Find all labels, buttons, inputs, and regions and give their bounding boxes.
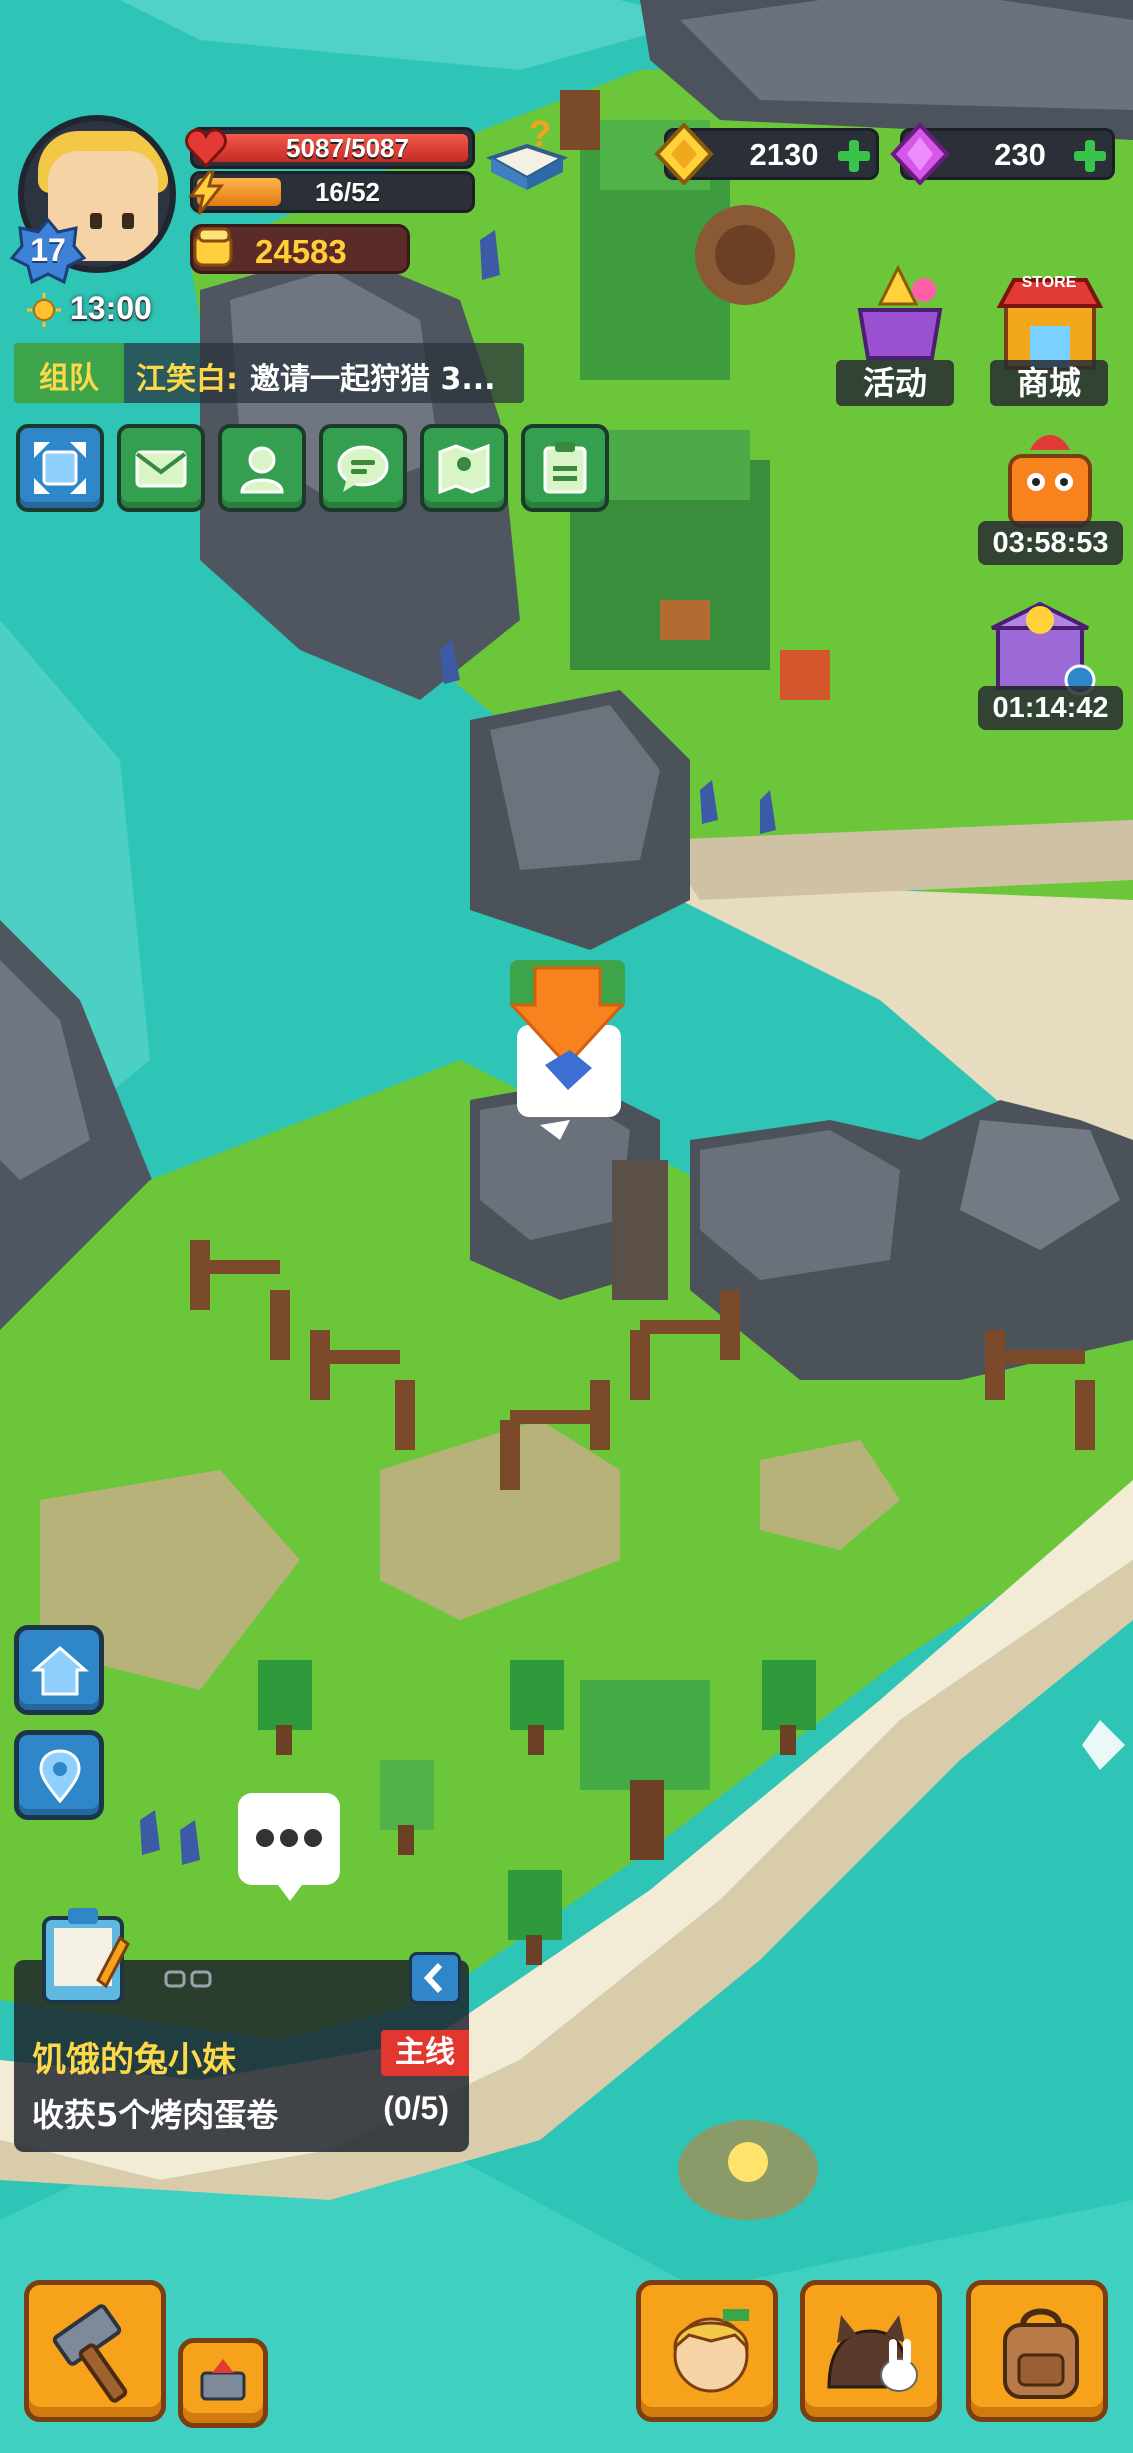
quest-title: 饥饿的兔小妹 xyxy=(32,2040,236,2080)
store-sign: STORE xyxy=(1021,274,1077,291)
map-button[interactable] xyxy=(420,424,508,512)
speech-dot xyxy=(256,1829,274,1847)
character-button[interactable] xyxy=(636,2280,778,2422)
npc-speech-bubble[interactable] xyxy=(238,1793,340,1901)
chat-message: 邀请一起狩猎 3... xyxy=(250,362,496,397)
lightning-icon xyxy=(188,170,225,215)
avatar-eye xyxy=(90,213,102,229)
friends-button[interactable] xyxy=(218,424,306,512)
pets-icon xyxy=(827,2315,918,2392)
gold-value: 2130 xyxy=(749,137,819,172)
energy-value: 16/52 xyxy=(314,177,381,207)
energy-bar: 16/52 xyxy=(188,170,475,215)
fist-icon xyxy=(193,227,233,267)
chat-ticker[interactable]: 组队 江笑白: 邀请一起狩猎 3... xyxy=(14,343,524,403)
backpack-button[interactable] xyxy=(966,2280,1108,2422)
expand-button[interactable] xyxy=(16,424,104,512)
hammer-icon xyxy=(52,2304,128,2403)
add-gold-icon[interactable] xyxy=(836,138,872,174)
speech-dot xyxy=(280,1829,298,1847)
quest-task: 收获5个烤肉蛋卷 xyxy=(32,2096,279,2134)
timed-chest-icon[interactable] xyxy=(980,580,1100,700)
gem-value: 230 xyxy=(994,137,1046,172)
clipboard-icon xyxy=(543,442,587,494)
location-button[interactable] xyxy=(14,1730,104,1820)
quest-tracker[interactable]: 饥饿的兔小妹 主线 收获5个烤肉蛋卷 (0/5) xyxy=(14,1908,469,2152)
add-gem-icon[interactable] xyxy=(1072,138,1108,174)
quest-book-icon[interactable]: ? xyxy=(485,118,569,198)
pets-button[interactable] xyxy=(800,2280,942,2422)
mail-button[interactable] xyxy=(117,424,205,512)
game-time: 13:00 xyxy=(70,290,152,326)
home-icon xyxy=(31,1646,89,1696)
speech-dot xyxy=(304,1829,322,1847)
quest-scroll-icon xyxy=(42,1908,130,2004)
hp-bar: 5087/5087 xyxy=(185,127,475,169)
gem-counter: 230 xyxy=(890,123,1115,185)
build-button[interactable] xyxy=(24,2280,166,2422)
anvil-icon xyxy=(200,2359,246,2401)
gold-coin-icon xyxy=(654,123,714,185)
chat-bubble-icon xyxy=(337,445,389,492)
map-icon xyxy=(438,443,490,495)
gem-icon xyxy=(890,123,950,185)
events-gift-icon[interactable] xyxy=(840,250,960,370)
chat-button[interactable] xyxy=(319,424,407,512)
expand-arrows-icon xyxy=(34,442,86,494)
svg-text:?: ? xyxy=(529,118,551,154)
store-label[interactable]: 商城 xyxy=(990,360,1108,406)
mail-icon xyxy=(135,450,187,488)
hero-portrait-icon xyxy=(673,2309,749,2393)
quest-page-dots xyxy=(164,1970,212,1988)
chevron-left-icon xyxy=(423,1962,443,1994)
heart-icon xyxy=(185,128,227,169)
storage-button[interactable] xyxy=(178,2338,268,2428)
home-button[interactable] xyxy=(14,1625,104,1715)
combat-power-value: 24583 xyxy=(255,233,347,270)
friends-icon xyxy=(240,446,284,494)
quest-type-badge: 主线 xyxy=(381,2030,469,2076)
combat-power: 24583 xyxy=(190,224,410,274)
chat-channel-tag: 组队 xyxy=(14,343,124,403)
game-clock: 13:00 xyxy=(26,288,226,332)
sun-icon xyxy=(27,293,61,327)
events-label[interactable]: 活动 xyxy=(836,360,954,406)
chest-timer: 01:14:42 xyxy=(978,686,1123,730)
backpack-icon xyxy=(1003,2308,1079,2399)
quest-progress: (0/5) xyxy=(383,2090,449,2126)
limited-gift-timer: 03:58:53 xyxy=(978,521,1123,565)
hp-value: 5087/5087 xyxy=(286,133,409,163)
chat-channel: 组队 xyxy=(39,361,99,396)
chat-sender: 江笑白: xyxy=(136,362,238,397)
gold-counter: 2130 xyxy=(654,123,879,185)
player-level: 17 xyxy=(30,232,66,268)
clipboard-button[interactable] xyxy=(521,424,609,512)
player-level-badge: 17 xyxy=(10,218,86,284)
avatar-eye xyxy=(122,213,134,229)
location-pin-icon xyxy=(39,1749,81,1804)
quest-collapse-button[interactable] xyxy=(409,1952,461,2004)
